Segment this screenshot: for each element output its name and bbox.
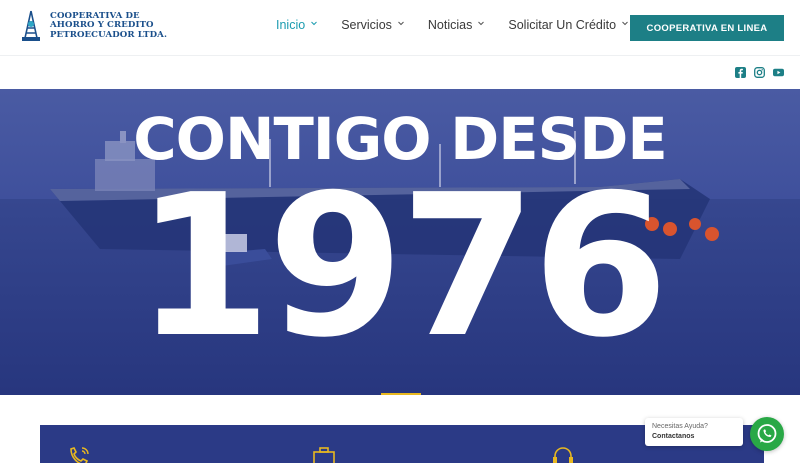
briefcase-icon	[313, 447, 335, 463]
whatsapp-icon	[757, 424, 777, 443]
nav-label-servicios: Servicios	[341, 18, 392, 32]
site-header: COOPERATIVA DE AHORRO Y CREDITO PETROECU…	[0, 0, 800, 56]
main-nav: Inicio Servicios Noticias Solicitar Un C…	[276, 18, 652, 32]
brand-logo[interactable]: COOPERATIVA DE AHORRO Y CREDITO PETROECU…	[20, 10, 167, 42]
phone-icon	[70, 447, 89, 463]
youtube-icon[interactable]	[773, 67, 784, 78]
hero-banner: PICHINCHA CONTIGO DESDE 1976	[0, 89, 800, 395]
help-action: Contactanos	[652, 433, 695, 440]
brand-line-3: PETROECUADOR LTDA.	[50, 29, 168, 40]
help-bubble[interactable]: Necesitas Ayuda? Contactanos	[645, 418, 743, 446]
chevron-down-icon	[478, 21, 485, 26]
nav-item-inicio[interactable]: Inicio	[276, 18, 318, 32]
headset-icon	[553, 447, 573, 463]
nav-label-inicio: Inicio	[276, 18, 306, 32]
nav-item-solicitar-credito[interactable]: Solicitar Un Crédito	[508, 18, 628, 32]
nav-item-noticias[interactable]: Noticias	[427, 18, 485, 32]
nav-item-servicios[interactable]: Servicios	[341, 18, 404, 32]
chevron-down-icon	[398, 21, 404, 26]
brand-name: COOPERATIVA DE AHORRO Y CREDITO PETROECU…	[50, 11, 168, 40]
nav-label-solicitar-credito: Solicitar Un Crédito	[508, 18, 617, 32]
social-bar	[0, 57, 800, 89]
chevron-down-icon	[622, 21, 628, 26]
nav-label-noticias: Noticias	[427, 18, 473, 32]
hero-year: 1976	[135, 153, 669, 381]
facebook-icon[interactable]	[735, 67, 746, 78]
chevron-down-icon	[311, 21, 318, 26]
derrick-logo-icon	[22, 10, 40, 41]
cooperativa-en-linea-button[interactable]: COOPERATIVA EN LINEA	[630, 15, 784, 41]
instagram-icon[interactable]	[754, 67, 765, 78]
whatsapp-button[interactable]	[750, 417, 784, 451]
page: COOPERATIVA DE AHORRO Y CREDITO PETROECU…	[0, 0, 800, 463]
help-question: Necesitas Ayuda?	[652, 423, 708, 430]
